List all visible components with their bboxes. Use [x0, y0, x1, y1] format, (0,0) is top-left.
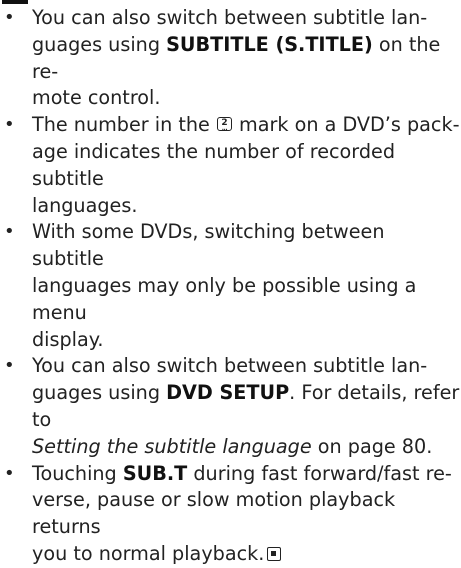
note-5-text-b: during fast forward/fast re-	[187, 461, 452, 485]
note-3-text-a: With some DVDs, switching between subtit…	[32, 220, 385, 271]
note-4-text-d: on page 80.	[311, 434, 433, 458]
button-name-dvd-setup: DVD SETUP	[166, 381, 290, 405]
bullet-icon: •	[4, 462, 15, 484]
note-item-4: • You can also switch between subtitle l…	[0, 353, 461, 460]
note-2-text-c: age indicates the number of recorded sub…	[32, 139, 396, 190]
note-1-text-a: You can also switch between subtitle lan…	[32, 6, 428, 29]
note-4-text-b: guages using	[32, 381, 167, 405]
button-name-subtitle: SUBTITLE (S.TITLE)	[166, 32, 373, 56]
bullet-icon: •	[4, 221, 15, 243]
note-item-5: • Touching SUB.T during fast forward/fas…	[0, 461, 461, 568]
note-item-3: • With some DVDs, switching between subt…	[0, 219, 461, 353]
note-5-text-a: Touching	[32, 461, 123, 485]
note-5-text-c: verse, pause or slow motion playback ret…	[32, 488, 396, 539]
bullet-icon: •	[4, 7, 15, 28]
note-item-1: • You can also switch between subtitle l…	[0, 5, 461, 112]
note-2-text-b: mark on a DVD’s pack-	[232, 113, 460, 137]
cross-reference-title: Setting the subtitle language	[32, 434, 312, 458]
section-top-mark	[2, 0, 28, 4]
note-1-text-b: guages using	[32, 32, 167, 56]
note-3-text-c: display.	[32, 327, 104, 351]
bullet-icon: •	[4, 355, 15, 377]
button-name-sub-t: SUB.T	[122, 461, 188, 485]
note-2-text-a: The number in the	[32, 113, 216, 137]
note-5-text-d: you to normal playback.	[32, 541, 265, 565]
subtitle-disc-mark-icon: 2...	[216, 117, 232, 132]
note-1-text-d: mote control.	[32, 86, 161, 110]
notes-list: • You can also switch between subtitle l…	[0, 5, 461, 568]
bullet-icon: •	[4, 114, 15, 136]
stop-mark-icon	[267, 546, 282, 561]
note-4-text-a: You can also switch between subtitle lan…	[32, 354, 428, 378]
note-3-text-b: languages may only be possible using a m…	[32, 273, 417, 324]
note-item-2: • The number in the 2... mark on a DVD’s…	[0, 112, 461, 219]
note-2-text-d: languages.	[32, 193, 138, 217]
